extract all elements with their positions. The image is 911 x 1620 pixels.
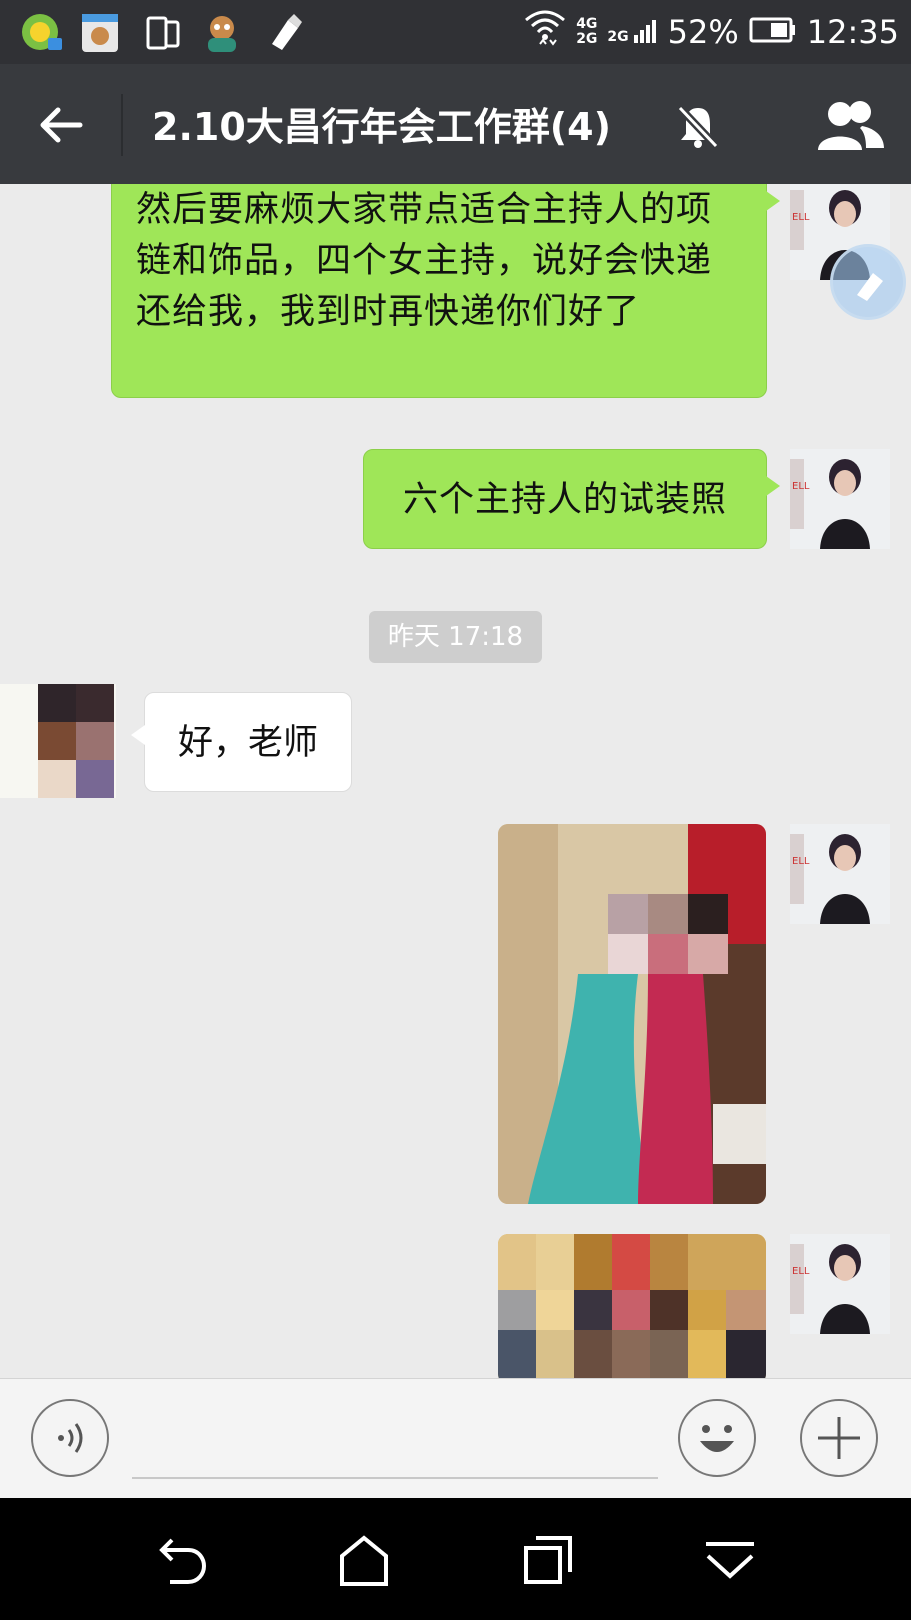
my-avatar[interactable]: ELL <box>790 1234 890 1334</box>
network-label: 4G 2G <box>576 16 598 47</box>
chat-area[interactable]: 然后要麻烦大家带点适合主持人的项链和饰品，四个女主持，说好会快递还给我，我到时再… <box>0 184 911 1378</box>
my-avatar[interactable]: ELL <box>790 824 890 924</box>
signal-icon <box>633 20 656 43</box>
message-text: 然后要麻烦大家带点适合主持人的项链和饰品，四个女主持，说好会快递还给我，我到时再… <box>136 190 713 332</box>
clock: 12:35 <box>806 13 899 51</box>
svg-text:ELL: ELL <box>792 212 810 223</box>
title-bar: 2.10大昌行年会工作群(4) <box>0 64 911 184</box>
message-text: 六个主持人的试装照 <box>402 480 727 520</box>
my-avatar[interactable]: ELL <box>790 449 890 549</box>
message-bubble-received[interactable]: 好，老师 <box>131 692 352 792</box>
battery-percent: 52% <box>667 13 739 51</box>
chat-title: 2.10大昌行年会工作群(4) <box>152 105 611 149</box>
voice-icon[interactable] <box>31 1399 109 1477</box>
image-message[interactable] <box>498 824 766 1204</box>
svg-text:ELL: ELL <box>792 1266 810 1277</box>
other-avatar[interactable] <box>0 684 116 798</box>
status-bar: 4G 2G 2G 52% 12:35 <box>0 0 911 64</box>
image-message[interactable] <box>498 1234 766 1378</box>
app-clipboard-icon <box>78 10 122 54</box>
floating-cleaner-button[interactable] <box>830 244 906 320</box>
nav-back-icon[interactable] <box>152 1530 212 1590</box>
svg-text:ELL: ELL <box>792 481 810 492</box>
app-avatar-icon <box>200 10 244 54</box>
phone-dual-icon <box>142 10 186 54</box>
group-members-icon[interactable] <box>814 98 886 154</box>
nav-recents-icon[interactable] <box>518 1530 578 1590</box>
message-text: 好，老师 <box>177 723 318 763</box>
emoji-icon[interactable] <box>678 1399 756 1477</box>
nav-home-icon[interactable] <box>334 1530 394 1590</box>
message-input[interactable] <box>132 1477 658 1479</box>
time-divider: 昨天 17:18 <box>369 611 542 663</box>
wifi-icon <box>524 6 566 58</box>
plus-icon[interactable] <box>800 1399 878 1477</box>
mute-icon <box>676 102 720 150</box>
back-icon[interactable] <box>36 100 86 150</box>
message-bubble-sent[interactable]: 然后要麻烦大家带点适合主持人的项链和饰品，四个女主持，说好会快递还给我，我到时再… <box>111 184 780 398</box>
battery-icon <box>749 13 797 51</box>
system-nav-bar <box>0 1498 911 1620</box>
svg-text:ELL: ELL <box>792 856 810 867</box>
input-bar <box>0 1378 911 1499</box>
app-360-icon <box>20 10 64 54</box>
network2-label: 2G <box>607 19 657 45</box>
divider <box>121 94 123 156</box>
cleaner-brush-icon <box>262 10 306 54</box>
message-bubble-sent[interactable]: 六个主持人的试装照 <box>363 449 780 549</box>
nav-collapse-icon[interactable] <box>700 1530 760 1590</box>
